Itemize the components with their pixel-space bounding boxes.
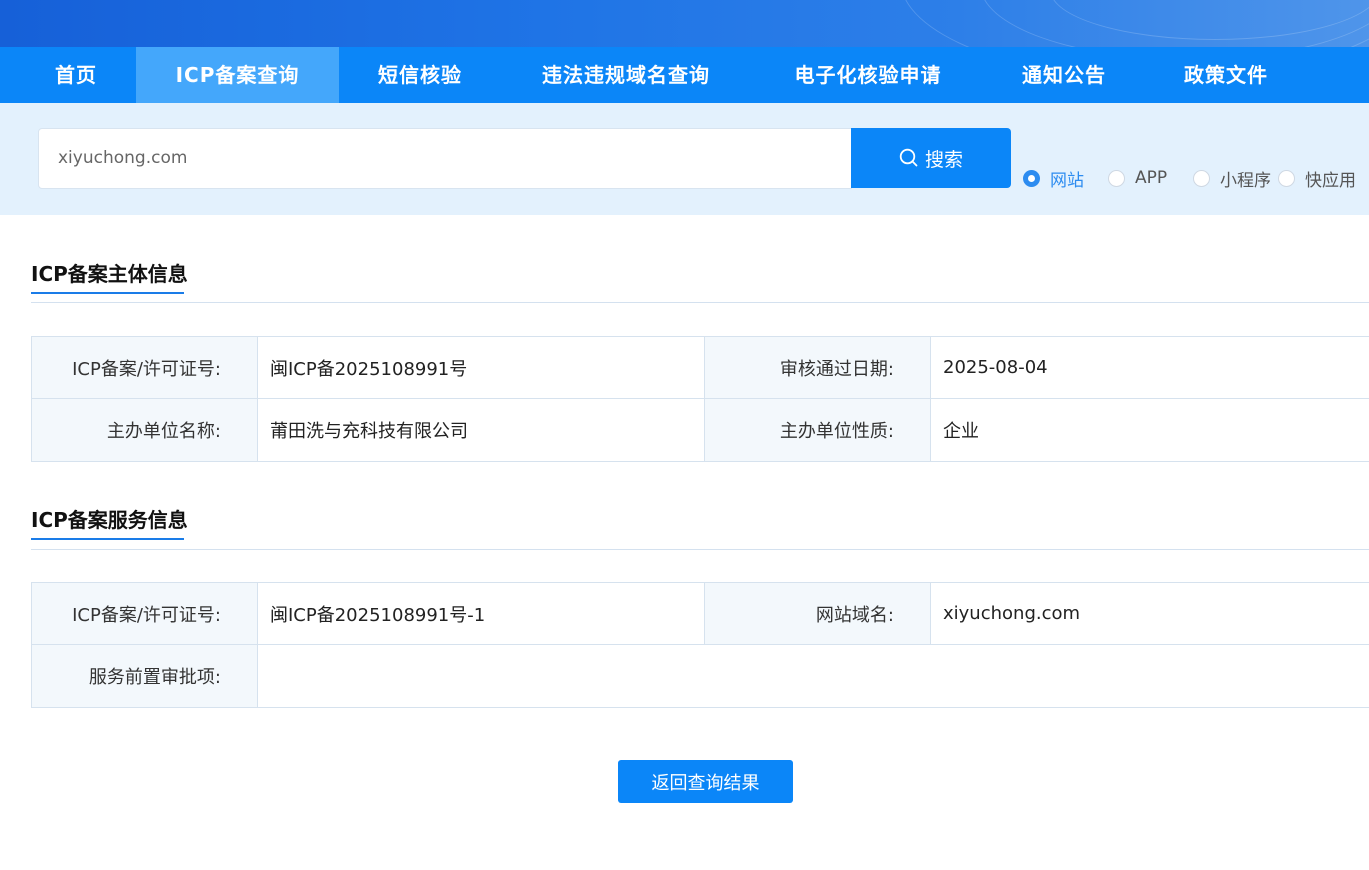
table-row: 主办单位名称: 莆田洗与充科技有限公司 主办单位性质: 企业 xyxy=(32,399,1369,461)
header-banner xyxy=(0,0,1369,47)
service-license-value: 闽ICP备2025108991号-1 xyxy=(258,583,705,644)
nav-item-e-verify[interactable]: 电子化核验申请 xyxy=(768,47,968,103)
pre-approval-label: 服务前置审批项: xyxy=(32,645,258,707)
domain-value: xiyuchong.com xyxy=(931,583,1369,644)
org-name-label: 主办单位名称: xyxy=(32,399,258,461)
title-underline xyxy=(31,292,184,294)
radio-quick-app[interactable]: 快应用 xyxy=(1278,166,1356,191)
radio-label: 小程序 xyxy=(1220,170,1271,191)
service-section-title: ICP备案服务信息 xyxy=(31,504,188,540)
search-button[interactable]: 搜索 xyxy=(851,128,1011,188)
service-section-title-text: ICP备案服务信息 xyxy=(31,508,188,532)
pre-approval-value xyxy=(258,645,1369,707)
radio-website[interactable]: 网站 xyxy=(1023,166,1084,191)
table-row: 服务前置审批项: xyxy=(32,645,1369,707)
radio-label: 网站 xyxy=(1050,170,1084,191)
domain-label: 网站域名: xyxy=(705,583,931,644)
nav-item-notices[interactable]: 通知公告 xyxy=(1000,47,1128,103)
nav-item-policies[interactable]: 政策文件 xyxy=(1162,47,1290,103)
service-license-label: ICP备案/许可证号: xyxy=(32,583,258,644)
radio-label: 快应用 xyxy=(1305,170,1356,191)
radio-app[interactable]: APP xyxy=(1108,166,1167,190)
nav-item-icp-query[interactable]: ICP备案查询 xyxy=(136,47,339,103)
org-name-value: 莆田洗与充科技有限公司 xyxy=(258,399,705,461)
entity-info-table: ICP备案/许可证号: 闽ICP备2025108991号 审核通过日期: 202… xyxy=(31,336,1369,462)
nav-item-illegal-domain[interactable]: 违法违规域名查询 xyxy=(515,47,737,103)
license-label: ICP备案/许可证号: xyxy=(32,337,258,398)
radio-dot xyxy=(1108,169,1125,187)
radio-mini-program[interactable]: 小程序 xyxy=(1193,166,1271,191)
nav-item-home[interactable]: 首页 xyxy=(20,47,132,103)
service-info-table: ICP备案/许可证号: 闽ICP备2025108991号-1 网站域名: xiy… xyxy=(31,582,1369,708)
title-underline xyxy=(31,538,184,540)
section-divider xyxy=(31,302,1369,303)
search-icon xyxy=(899,148,918,167)
approval-date-label: 审核通过日期: xyxy=(705,337,931,398)
table-row: ICP备案/许可证号: 闽ICP备2025108991号-1 网站域名: xiy… xyxy=(32,583,1369,645)
back-to-results-button[interactable]: 返回查询结果 xyxy=(618,760,793,803)
table-row: ICP备案/许可证号: 闽ICP备2025108991号 审核通过日期: 202… xyxy=(32,337,1369,399)
search-input[interactable]: xiyuchong.com xyxy=(38,128,852,189)
radio-dot xyxy=(1023,169,1040,187)
entity-section-title: ICP备案主体信息 xyxy=(31,258,188,294)
section-divider xyxy=(31,549,1369,550)
org-type-value: 企业 xyxy=(931,399,1369,461)
approval-date-value: 2025-08-04 xyxy=(931,337,1369,398)
entity-section-title-text: ICP备案主体信息 xyxy=(31,262,188,286)
search-button-label: 搜索 xyxy=(924,148,963,171)
main-nav: 首页 ICP备案查询 短信核验 违法违规域名查询 电子化核验申请 通知公告 政策… xyxy=(0,47,1369,103)
search-band: xiyuchong.com 搜索 网站 APP 小程序 快应用 xyxy=(0,103,1369,215)
org-type-label: 主办单位性质: xyxy=(705,399,931,461)
radio-dot xyxy=(1193,169,1210,187)
nav-item-sms-verify[interactable]: 短信核验 xyxy=(345,47,495,103)
radio-label: APP xyxy=(1135,168,1168,188)
license-value: 闽ICP备2025108991号 xyxy=(258,337,705,398)
radio-dot xyxy=(1278,169,1295,187)
